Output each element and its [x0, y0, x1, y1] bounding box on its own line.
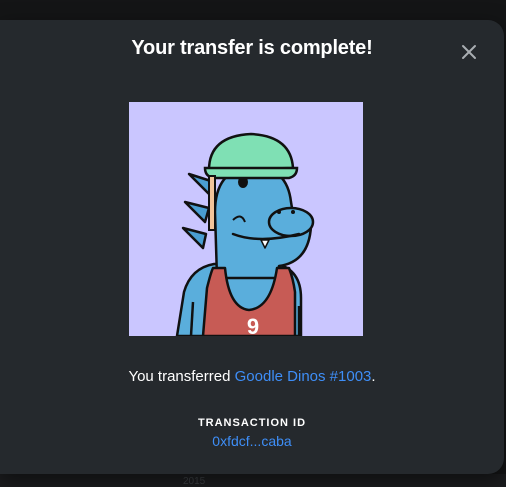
nft-image: 9: [129, 102, 363, 336]
background-year-text: 2015: [183, 476, 206, 487]
transfer-message: You transferred Goodle Dinos #1003.: [0, 368, 504, 385]
nft-link[interactable]: Goodle Dinos #1003: [235, 368, 372, 385]
jersey-number: 9: [247, 314, 259, 336]
transfer-complete-modal: Your transfer is complete! 9 You transfe…: [0, 20, 504, 474]
message-prefix: You transferred: [128, 368, 235, 385]
background-page: 2015: [0, 474, 506, 487]
close-icon: [462, 45, 476, 59]
transaction-id-value: 0xfdcf...caba: [0, 433, 504, 449]
transaction-id-link[interactable]: 0xfdcf...caba: [212, 433, 291, 449]
close-button[interactable]: [458, 41, 480, 63]
message-suffix: .: [371, 368, 376, 385]
modal-title: Your transfer is complete!: [131, 37, 373, 59]
transaction-id-label: TRANSACTION ID: [197, 417, 307, 429]
